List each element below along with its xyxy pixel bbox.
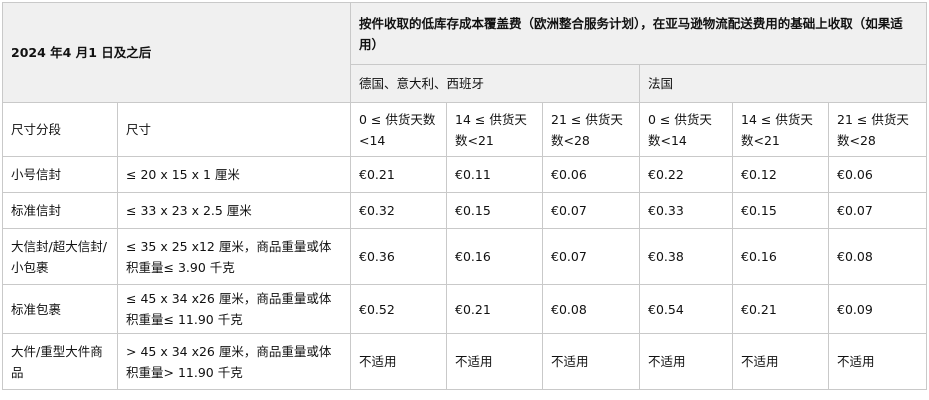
region-group-de-it-es: 德国、意大利、西班牙 xyxy=(350,64,640,103)
table-row: 小号信封 ≤ 20 x 15 x 1 厘米 €0.21 €0.11 €0.06 … xyxy=(2,156,928,193)
header-row-main: 2024 年4 月1 日及之后 按件收取的低库存成本覆盖费（欧洲整合服务计划），… xyxy=(2,2,928,103)
column-header-supply-days: 21 ≤ 供货天数<28 xyxy=(827,102,928,157)
fee-cell: €0.06 xyxy=(827,156,928,193)
fee-cell: €0.06 xyxy=(542,156,640,193)
fee-cell: 不适用 xyxy=(639,333,733,390)
column-header-supply-days: 21 ≤ 供货天数<28 xyxy=(542,102,640,157)
fee-cell: €0.16 xyxy=(446,228,543,285)
fee-cell: €0.15 xyxy=(446,192,543,229)
fee-cell: €0.08 xyxy=(827,228,928,285)
fee-cell: €0.21 xyxy=(732,284,829,334)
page: 2024 年4 月1 日及之后 按件收取的低库存成本覆盖费（欧洲整合服务计划），… xyxy=(0,0,929,400)
fee-cell: €0.52 xyxy=(350,284,447,334)
size-tier-cell: 小号信封 xyxy=(2,156,118,193)
column-header-supply-days: 14 ≤ 供货天数<21 xyxy=(446,102,543,157)
fee-cell: €0.54 xyxy=(639,284,733,334)
fee-cell: 不适用 xyxy=(350,333,447,390)
fee-cell: €0.09 xyxy=(827,284,928,334)
column-header-supply-days: 0 ≤ 供货天数<14 xyxy=(639,102,733,157)
fee-cell: €0.32 xyxy=(350,192,447,229)
fee-cell: €0.15 xyxy=(732,192,829,229)
header-row-columns: 尺寸分段 尺寸 0 ≤ 供货天数<14 14 ≤ 供货天数<21 21 ≤ 供货… xyxy=(2,102,928,157)
fee-cell: €0.07 xyxy=(827,192,928,229)
fee-cell: €0.22 xyxy=(639,156,733,193)
fee-cell: €0.11 xyxy=(446,156,543,193)
region-group-fr: 法国 xyxy=(638,64,928,103)
dimensions-cell: ≤ 20 x 15 x 1 厘米 xyxy=(117,156,351,193)
table-row: 大件/重型大件商品 > 45 x 34 x26 厘米，商品重量或体积重量> 11… xyxy=(2,333,928,390)
table-row: 标准信封 ≤ 33 x 23 x 2.5 厘米 €0.32 €0.15 €0.0… xyxy=(2,192,928,229)
dimensions-cell: ≤ 45 x 34 x26 厘米，商品重量或体积重量≤ 11.90 千克 xyxy=(117,284,351,334)
fee-cell: 不适用 xyxy=(732,333,829,390)
column-header-dimensions: 尺寸 xyxy=(117,102,351,157)
fee-cell: €0.21 xyxy=(446,284,543,334)
fee-cell: €0.16 xyxy=(732,228,829,285)
dimensions-cell: ≤ 35 x 25 x12 厘米，商品重量或体积重量≤ 3.90 千克 xyxy=(117,228,351,285)
fee-cell: 不适用 xyxy=(446,333,543,390)
size-tier-cell: 大件/重型大件商品 xyxy=(2,333,118,390)
fee-cell: €0.33 xyxy=(639,192,733,229)
main-header: 按件收取的低库存成本覆盖费（欧洲整合服务计划），在亚马逊物流配送费用的基础上收取… xyxy=(349,2,928,65)
fee-cell: €0.38 xyxy=(639,228,733,285)
size-tier-cell: 大信封/超大信封/小包裹 xyxy=(2,228,118,285)
dimensions-cell: ≤ 33 x 23 x 2.5 厘米 xyxy=(117,192,351,229)
dimensions-cell: > 45 x 34 x26 厘米，商品重量或体积重量> 11.90 千克 xyxy=(117,333,351,390)
column-header-supply-days: 14 ≤ 供货天数<21 xyxy=(732,102,829,157)
fee-cell: 不适用 xyxy=(827,333,928,390)
corner-label: 2024 年4 月1 日及之后 xyxy=(2,2,351,103)
fee-cell: €0.07 xyxy=(542,192,640,229)
fee-cell: €0.08 xyxy=(542,284,640,334)
size-tier-cell: 标准信封 xyxy=(2,192,118,229)
fee-cell: €0.07 xyxy=(542,228,640,285)
column-header-size-tier: 尺寸分段 xyxy=(2,102,118,157)
table-row: 标准包裹 ≤ 45 x 34 x26 厘米，商品重量或体积重量≤ 11.90 千… xyxy=(2,284,928,334)
fee-cell: €0.12 xyxy=(732,156,829,193)
low-inventory-fee-table: 2024 年4 月1 日及之后 按件收取的低库存成本覆盖费（欧洲整合服务计划），… xyxy=(2,2,928,390)
table-row: 大信封/超大信封/小包裹 ≤ 35 x 25 x12 厘米，商品重量或体积重量≤… xyxy=(2,228,928,285)
size-tier-cell: 标准包裹 xyxy=(2,284,118,334)
fee-cell: €0.21 xyxy=(350,156,447,193)
fee-cell: €0.36 xyxy=(350,228,447,285)
fee-cell: 不适用 xyxy=(542,333,640,390)
column-header-supply-days: 0 ≤ 供货天数<14 xyxy=(350,102,447,157)
